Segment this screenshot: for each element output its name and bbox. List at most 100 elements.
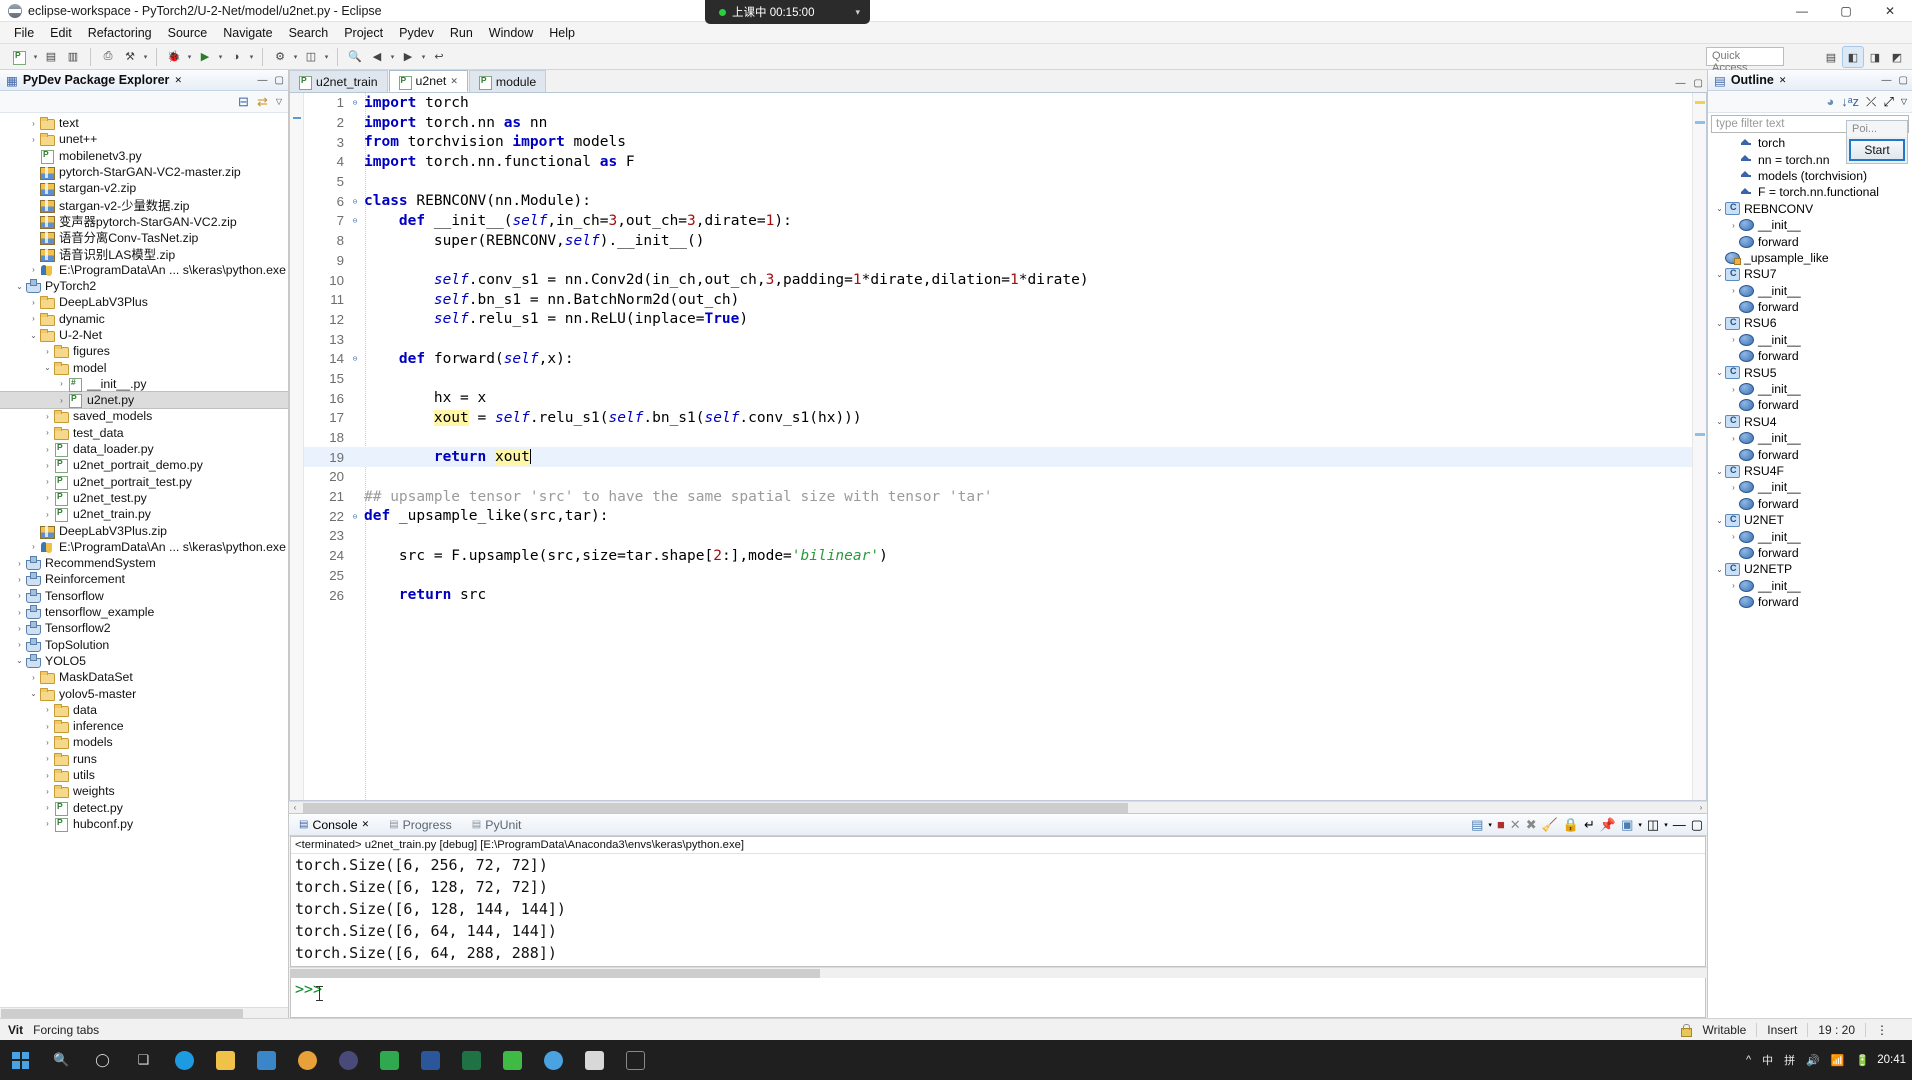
outline-item[interactable]: › __init__ xyxy=(1708,479,1912,495)
code-line[interactable]: 11 self.bn_s1 = nn.BatchNorm2d(out_ch) xyxy=(304,290,1692,310)
menu-item-source[interactable]: Source xyxy=(160,24,216,42)
outline-item[interactable]: › forward xyxy=(1708,397,1912,413)
code-line[interactable]: 7 ⊖ def __init__(self,in_ch=3,out_ch=3,di… xyxy=(304,211,1692,231)
chrome-icon[interactable] xyxy=(287,1040,328,1080)
explorer-item[interactable]: › detect.py xyxy=(0,799,288,816)
menu-item-search[interactable]: Search xyxy=(281,24,337,42)
outline-item[interactable]: › forward xyxy=(1708,348,1912,364)
fold-toggle-icon[interactable]: ⊖ xyxy=(350,354,360,363)
cortana-icon[interactable]: ◯ xyxy=(82,1040,123,1080)
tree-expand-arrow-icon[interactable]: › xyxy=(42,477,53,486)
console-horizontal-scrollbar[interactable] xyxy=(289,967,1707,978)
task-view-icon[interactable]: ❑ xyxy=(123,1040,164,1080)
explorer-item[interactable]: ⌄ YOLO5 xyxy=(0,653,288,669)
tree-expand-arrow-icon[interactable]: › xyxy=(42,803,53,812)
explorer-item[interactable]: › utils xyxy=(0,767,288,783)
console-output-area[interactable]: <terminated> u2net_train.py [debug] [E:\… xyxy=(290,836,1706,967)
code-line[interactable]: 6 ⊖ class REBNCONV(nn.Module): xyxy=(304,191,1692,211)
close-tab-icon[interactable]: ✕ xyxy=(362,819,370,830)
code-line[interactable]: 10 self.conv_s1 = nn.Conv2d(in_ch,out_ch… xyxy=(304,270,1692,290)
tree-expand-arrow-icon[interactable]: › xyxy=(28,265,39,274)
outline-item[interactable]: › F = torch.nn.functional xyxy=(1708,184,1912,200)
expand-all-icon[interactable]: ⤢ xyxy=(1883,94,1893,110)
explorer-item[interactable]: › text xyxy=(0,115,288,131)
explorer-item[interactable]: › u2net_portrait_demo.py xyxy=(0,457,288,474)
tree-expand-arrow-icon[interactable]: › xyxy=(14,591,25,600)
fold-toggle-icon[interactable]: ⊖ xyxy=(350,197,360,206)
outline-item[interactable]: › __init__ xyxy=(1708,578,1912,594)
tree-expand-arrow-icon[interactable]: › xyxy=(56,379,67,388)
chevron-down-icon[interactable]: ▾ xyxy=(855,7,860,18)
fold-toggle-icon[interactable]: ⊖ xyxy=(350,512,360,521)
maximize-icon[interactable]: ▢ xyxy=(275,75,284,86)
menu-item-run[interactable]: Run xyxy=(442,24,481,42)
menu-item-help[interactable]: Help xyxy=(541,24,583,42)
tree-expand-arrow-icon[interactable]: › xyxy=(1728,434,1739,443)
tree-expand-arrow-icon[interactable]: › xyxy=(42,722,53,731)
pycharm-icon[interactable] xyxy=(369,1040,410,1080)
explorer-item[interactable]: › stargan-v2-少量数据.zip xyxy=(0,196,288,213)
explorer-item[interactable]: › u2net_train.py xyxy=(0,506,288,523)
search-icon[interactable]: 🔍 xyxy=(345,47,365,67)
pydev-package-icon[interactable]: ◫ xyxy=(301,47,321,67)
save-icon[interactable]: ▤ xyxy=(41,47,61,67)
outline-item[interactable]: › forward xyxy=(1708,545,1912,561)
excel-icon[interactable] xyxy=(451,1040,492,1080)
explorer-item[interactable]: › weights xyxy=(0,783,288,799)
editor-horizontal-scrollbar[interactable]: ‹ › xyxy=(289,801,1707,813)
last-edit-icon[interactable]: ↩ xyxy=(429,47,449,67)
menu-item-window[interactable]: Window xyxy=(481,24,541,42)
outline-item[interactable]: › forward xyxy=(1708,496,1912,512)
tree-expand-arrow-icon[interactable]: › xyxy=(28,135,39,144)
save-all-icon[interactable]: ▥ xyxy=(63,47,83,67)
code-line[interactable]: 8 super(REBNCONV,self).__init__() xyxy=(304,231,1692,251)
run-icon[interactable]: ▶ xyxy=(195,47,215,67)
explorer-item[interactable]: › models xyxy=(0,734,288,750)
remove-launch-icon[interactable]: ✕ xyxy=(1510,817,1521,833)
new-dropdown-arrow-icon[interactable]: ▾ xyxy=(31,47,40,67)
search-taskbar-icon[interactable]: 🔍 xyxy=(41,1040,82,1080)
forward-arrow-icon[interactable]: ▶ xyxy=(398,47,418,67)
display-selected-console-icon[interactable]: ▤ xyxy=(1471,817,1483,833)
minimize-icon[interactable]: — xyxy=(1676,78,1686,89)
outline-item[interactable]: › __init__ xyxy=(1708,332,1912,348)
console-input-area[interactable]: >>> xyxy=(290,978,1706,1018)
maximize-icon[interactable]: ▢ xyxy=(1694,78,1703,89)
outline-item[interactable]: ⌄ U2NETP xyxy=(1708,561,1912,577)
code-line[interactable]: 14 ⊖ def forward(self,x): xyxy=(304,349,1692,369)
code-line[interactable]: 15 xyxy=(304,369,1692,389)
explorer-item[interactable]: › u2net.py xyxy=(0,391,288,410)
remove-all-icon[interactable]: ✖ xyxy=(1526,817,1537,833)
tree-expand-arrow-icon[interactable]: ⌄ xyxy=(14,656,25,665)
explorer-item[interactable]: › test_data xyxy=(0,425,288,441)
editor-tab-u2net_train[interactable]: u2net_train xyxy=(289,70,388,92)
outline-item[interactable]: › __init__ xyxy=(1708,283,1912,299)
explorer-item[interactable]: › Reinforcement xyxy=(0,571,288,587)
status-writable[interactable]: Writable xyxy=(1692,1023,1756,1037)
tree-expand-arrow-icon[interactable]: › xyxy=(1728,335,1739,344)
code-line[interactable]: 17 xout = self.relu_s1(self.bn_s1(self.c… xyxy=(304,408,1692,428)
tree-expand-arrow-icon[interactable]: › xyxy=(28,314,39,323)
debug-icon[interactable]: 🐞 xyxy=(164,47,184,67)
tree-expand-arrow-icon[interactable]: ⌄ xyxy=(1714,270,1725,279)
code-line[interactable]: 1 ⊖ import torch xyxy=(304,93,1692,113)
explorer-item[interactable]: › pytorch-StarGAN-VC2-master.zip xyxy=(0,164,288,181)
explorer-item[interactable]: ⌄ model xyxy=(0,359,288,375)
tree-expand-arrow-icon[interactable]: › xyxy=(1728,286,1739,295)
tree-expand-arrow-icon[interactable]: ⌄ xyxy=(42,363,53,372)
outline-item[interactable]: ⌄ RSU6 xyxy=(1708,315,1912,331)
scrollbar-thumb[interactable] xyxy=(303,803,1128,813)
explorer-item[interactable]: › u2net_portrait_test.py xyxy=(0,474,288,490)
tree-expand-arrow-icon[interactable]: ⌄ xyxy=(1714,565,1725,574)
code-line[interactable]: 21 ## upsample tensor 'src' to have the s… xyxy=(304,487,1692,507)
outline-item[interactable]: › __init__ xyxy=(1708,217,1912,233)
code-line[interactable]: 5 xyxy=(304,172,1692,192)
code-line[interactable]: 12 self.relu_s1 = nn.ReLU(inplace=True) xyxy=(304,310,1692,330)
package-explorer-tree[interactable]: › text › unet++ › mobilenetv3.py › pytorch-Star… xyxy=(0,113,288,1007)
explorer-item[interactable]: › E:\ProgramData\An ... s\keras\python.ex… xyxy=(0,539,288,555)
explorer-item[interactable]: › saved_models xyxy=(0,408,288,424)
start-button[interactable] xyxy=(0,1040,41,1080)
console-tab-Console[interactable]: ▤ Console ✕ xyxy=(289,818,379,832)
tree-expand-arrow-icon[interactable]: › xyxy=(28,542,39,551)
explorer-item[interactable]: › data xyxy=(0,702,288,718)
